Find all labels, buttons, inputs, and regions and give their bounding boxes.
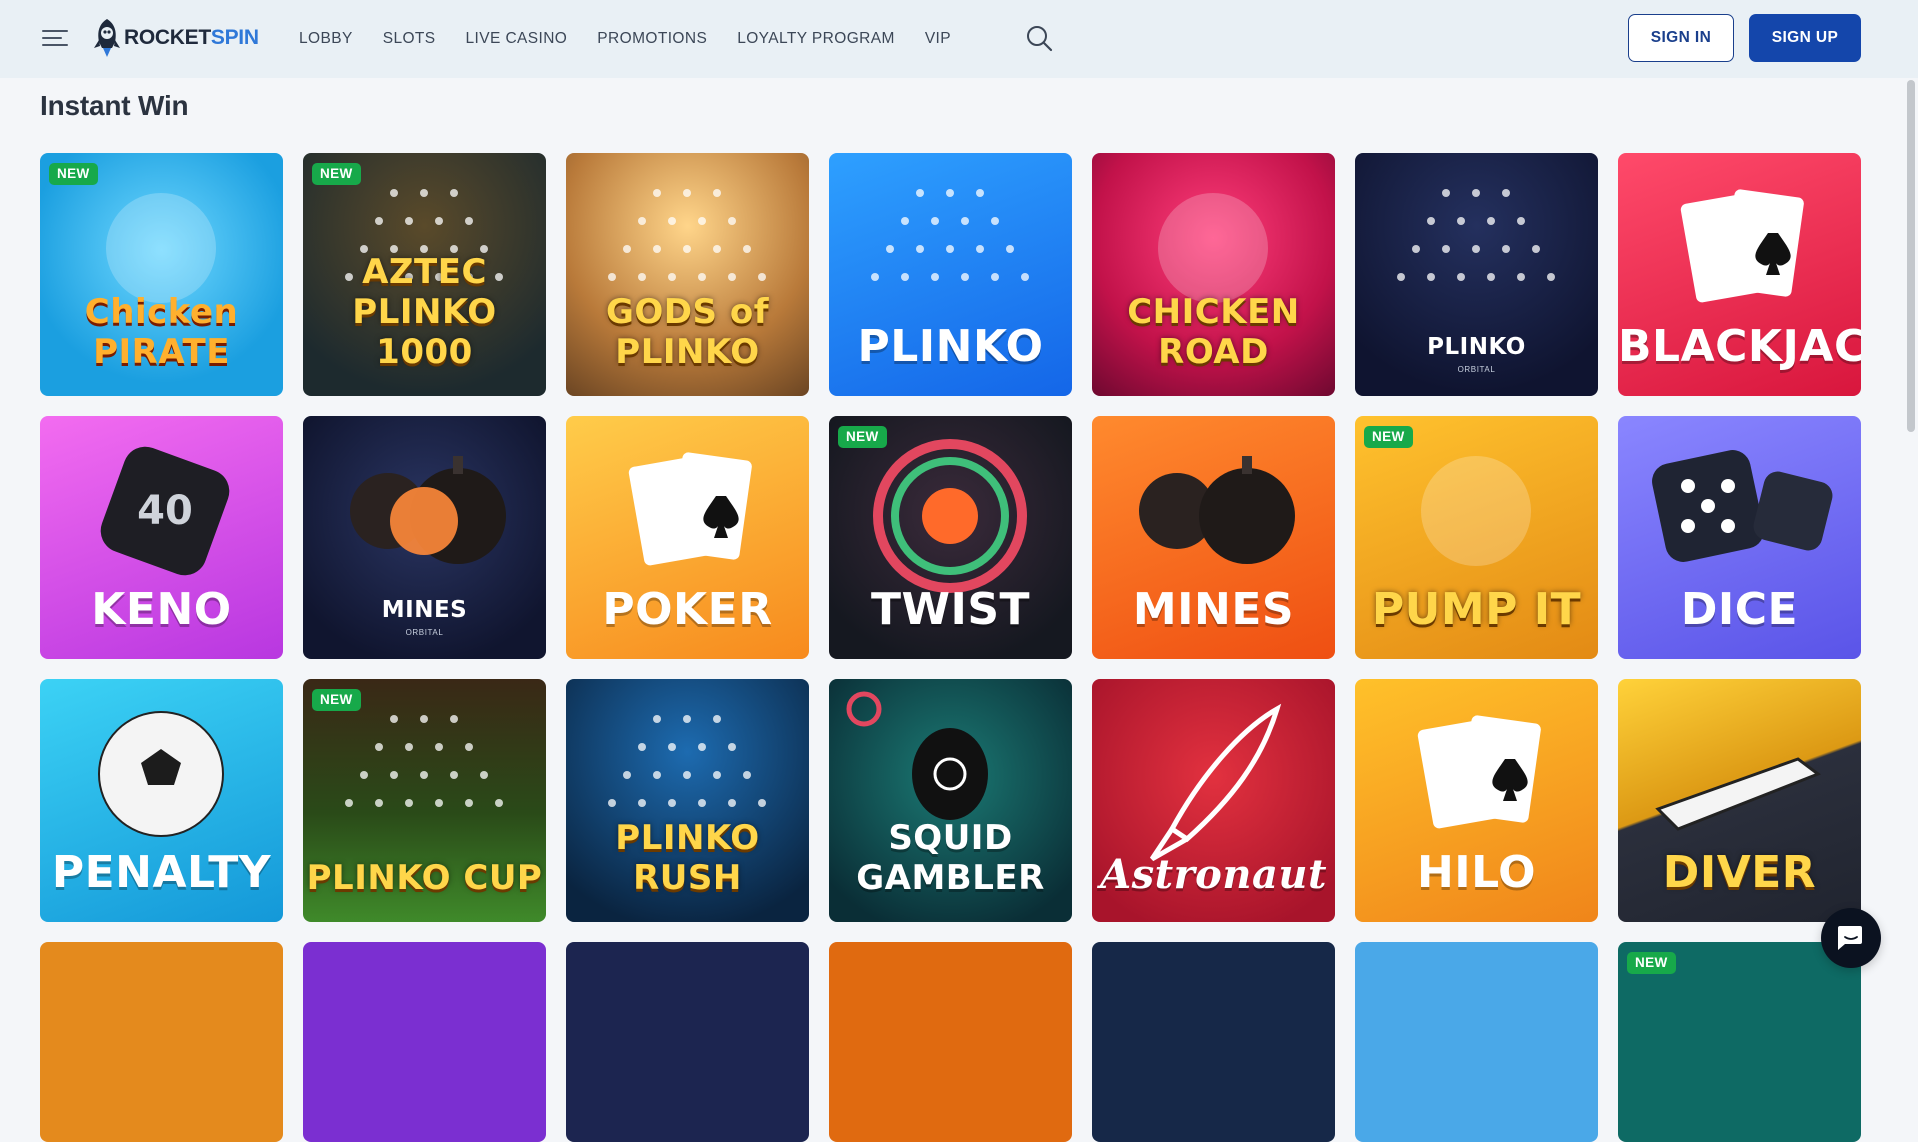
game-tile-chicken-road[interactable]: CHICKEN ROAD (1092, 153, 1335, 396)
game-title: PLINKO (857, 321, 1044, 372)
game-tile-plinko-cup[interactable]: PLINKO CUP NEW (303, 679, 546, 922)
game-tile-blackjack[interactable]: BLACKJACK (1618, 153, 1861, 396)
game-title: Astronaut (1100, 851, 1327, 898)
game-title: PENALTY (51, 847, 272, 898)
game-tile-penalty[interactable]: PENALTY (40, 679, 283, 922)
game-tile-partial-7[interactable]: NEW (1618, 942, 1861, 1142)
new-badge: NEW (1627, 952, 1676, 974)
game-tile-squid-gambler[interactable]: SQUID GAMBLER (829, 679, 1072, 922)
sign-in-button[interactable]: SIGN IN (1628, 14, 1734, 62)
game-title: TWIST (870, 584, 1031, 635)
game-title: POKER (602, 584, 773, 635)
main-nav: LOBBY SLOTS LIVE CASINO PROMOTIONS LOYAL… (299, 0, 981, 78)
game-tile-keno[interactable]: 40 KENO (40, 416, 283, 659)
game-subtitle: ORBITAL (1457, 365, 1496, 374)
game-tile-pump-it[interactable]: PUMP IT NEW (1355, 416, 1598, 659)
nav-promotions[interactable]: PROMOTIONS (597, 30, 707, 48)
game-tile-partial-4[interactable] (829, 942, 1072, 1142)
nav-lobby[interactable]: LOBBY (299, 30, 353, 48)
game-title: AZTEC PLINKO 1000 (352, 252, 497, 372)
game-subtitle: ORBITAL (405, 628, 444, 637)
section-title: Instant Win (40, 90, 189, 121)
game-title: DIVER (1662, 847, 1817, 898)
game-title: PLINKO CUP (306, 858, 543, 898)
nav-slots[interactable]: SLOTS (383, 30, 436, 48)
game-tile-astronaut[interactable]: Astronaut (1092, 679, 1335, 922)
game-tile-partial-6[interactable] (1355, 942, 1598, 1142)
nav-live-casino[interactable]: LIVE CASINO (466, 30, 568, 48)
game-tile-partial-2[interactable] (303, 942, 546, 1142)
game-title: MINES (381, 597, 468, 623)
site-logo[interactable]: ROCKETSPIN (93, 18, 259, 58)
game-tile-partial-1[interactable] (40, 942, 283, 1142)
search-icon[interactable] (1025, 24, 1053, 52)
game-tile-mines[interactable]: MINES (1092, 416, 1335, 659)
game-title: Chicken PIRATE (84, 292, 239, 372)
chat-button[interactable] (1821, 908, 1881, 968)
game-tile-partial-3[interactable] (566, 942, 809, 1142)
new-badge: NEW (838, 426, 887, 448)
game-tile-plinko[interactable]: PLINKO (829, 153, 1072, 396)
logo-wordmark: ROCKETSPIN (124, 26, 259, 50)
game-tile-partial-5[interactable] (1092, 942, 1335, 1142)
game-title: PUMP IT (1371, 584, 1582, 635)
scrollbar-thumb[interactable] (1907, 80, 1915, 432)
new-badge: NEW (1364, 426, 1413, 448)
menu-icon[interactable] (42, 28, 68, 48)
game-tile-plinko-rush[interactable]: PLINKO RUSH (566, 679, 809, 922)
game-title: HILO (1416, 847, 1537, 898)
game-title: KENO (91, 584, 232, 635)
game-tile-dice[interactable]: DICE (1618, 416, 1861, 659)
game-tile-gods-of-plinko[interactable]: GODS of PLINKO (566, 153, 809, 396)
sign-up-button[interactable]: SIGN UP (1749, 14, 1861, 62)
new-badge: NEW (49, 163, 98, 185)
game-title: MINES (1132, 584, 1295, 635)
new-badge: NEW (312, 689, 361, 711)
game-title: BLACKJACK (1618, 321, 1861, 372)
game-title: CHICKEN ROAD (1127, 292, 1300, 372)
nav-loyalty-program[interactable]: LOYALTY PROGRAM (737, 30, 895, 48)
logo-text-rocket: ROCKET (124, 26, 211, 49)
chat-icon (1838, 926, 1862, 950)
logo-text-spin: SPIN (210, 26, 259, 49)
game-tile-poker[interactable]: POKER (566, 416, 809, 659)
game-title: PLINKO RUSH (615, 818, 760, 898)
rocket-logo-icon (94, 19, 120, 57)
top-header: ROCKETSPIN LOBBY SLOTS LIVE CASINO PROMO… (0, 0, 1918, 78)
game-tile-aztec-plinko[interactable]: AZTEC PLINKO 1000 NEW (303, 153, 546, 396)
game-tile-diver[interactable]: DIVER (1618, 679, 1861, 922)
svg-text:40: 40 (137, 488, 193, 534)
game-tile-mines-orbital[interactable]: MINES ORBITAL (303, 416, 546, 659)
game-title: PLINKO (1427, 334, 1526, 360)
game-tile-twist[interactable]: TWIST NEW (829, 416, 1072, 659)
nav-vip[interactable]: VIP (925, 30, 951, 48)
game-title: DICE (1680, 584, 1799, 635)
game-tile-hilo[interactable]: HILO (1355, 679, 1598, 922)
game-tile-plinko-orbital[interactable]: PLINKO ORBITAL (1355, 153, 1598, 396)
game-title: GODS of PLINKO (605, 292, 769, 372)
game-tile-chicken-pirate[interactable]: Chicken PIRATE NEW (40, 153, 283, 396)
game-title: SQUID GAMBLER (856, 818, 1045, 898)
new-badge: NEW (312, 163, 361, 185)
